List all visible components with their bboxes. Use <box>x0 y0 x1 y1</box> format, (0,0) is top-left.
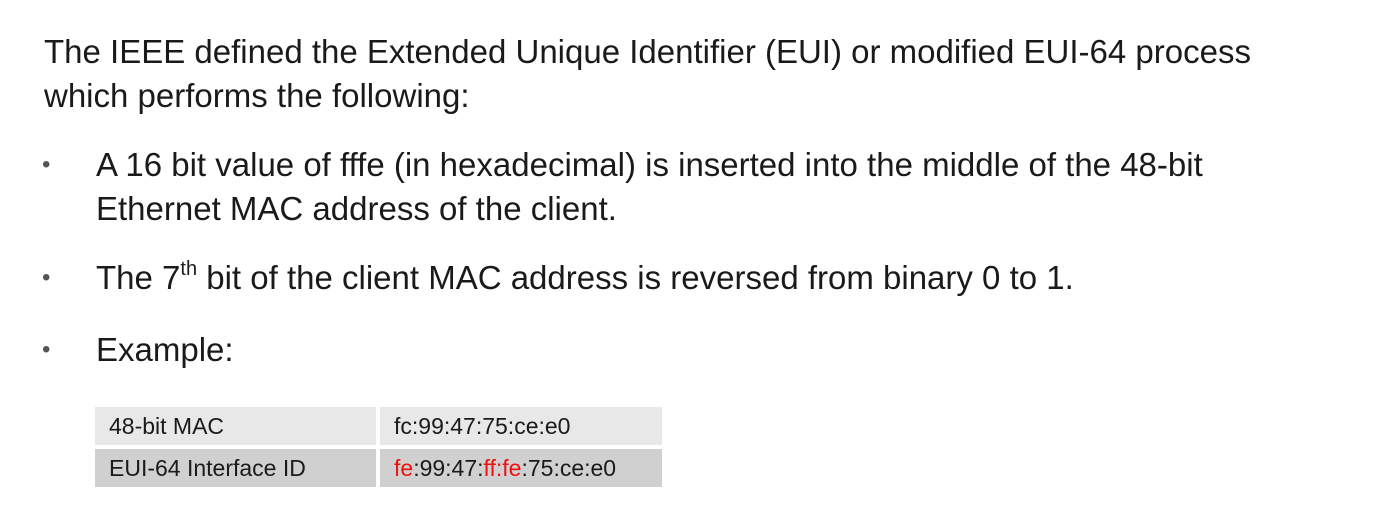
table-row-eui64: EUI-64 Interface ID fe:99:47:ff:fe:75:ce… <box>95 449 662 487</box>
bullet-text: Example: <box>96 331 234 368</box>
example-table: 48-bit MAC fc:99:47:75:ce:e0 EUI-64 Inte… <box>95 403 662 491</box>
bullet-line-2: Ethernet MAC address of the client. <box>96 190 617 227</box>
row-value: fc:99:47:75:ce:e0 <box>376 407 662 445</box>
value-rest: :75:ce:e0 <box>521 454 617 481</box>
bullet-text-before: The 7 <box>96 259 181 296</box>
inserted-fffe: ff:fe <box>483 454 522 481</box>
row-value: fe:99:47:ff:fe:75:ce:e0 <box>376 449 662 487</box>
bullet-marker: • <box>42 151 51 178</box>
table-row-mac: 48-bit MAC fc:99:47:75:ce:e0 <box>95 407 662 445</box>
row-label: EUI-64 Interface ID <box>95 449 376 487</box>
bullet-line-1: A 16 bit value of fffe (in hexadecimal) … <box>96 146 1203 183</box>
intro-paragraph: The IEEE defined the Extended Unique Ide… <box>44 30 1374 118</box>
bullet-text: A 16 bit value of fffe (in hexadecimal) … <box>96 143 1356 231</box>
bullet-marker: • <box>42 336 51 363</box>
intro-line-1: The IEEE defined the Extended Unique Ide… <box>44 33 1251 70</box>
intro-line-2: which performs the following: <box>44 77 470 114</box>
flipped-byte: fe <box>394 454 414 481</box>
row-label: 48-bit MAC <box>95 407 376 445</box>
bullet-text-after: bit of the client MAC address is reverse… <box>197 259 1074 296</box>
bullet-marker: • <box>42 264 51 291</box>
bullet-text: The 7th bit of the client MAC address is… <box>96 256 1356 300</box>
ordinal-superscript: th <box>180 258 198 280</box>
value-middle: :99:47: <box>413 454 484 481</box>
